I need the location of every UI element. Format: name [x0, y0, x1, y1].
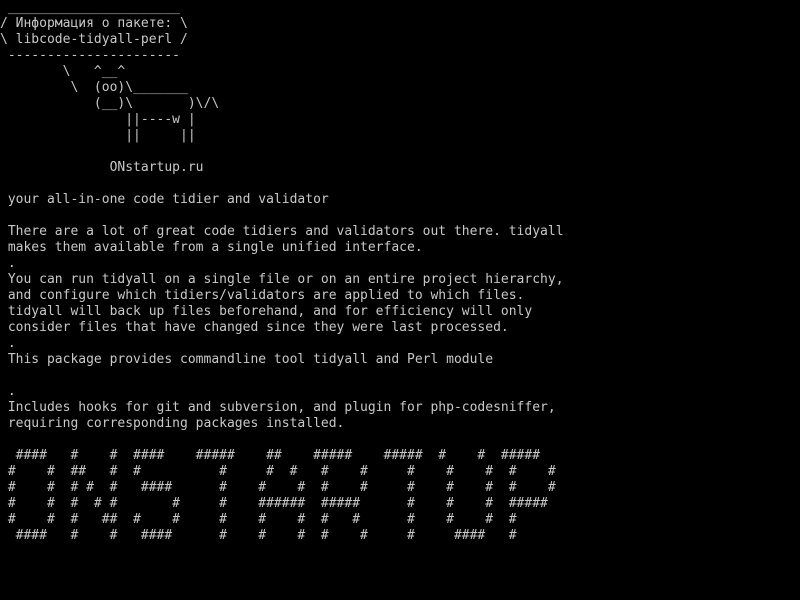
terminal-line: You can run tidyall on a single file or … — [0, 272, 564, 287]
terminal-line: This package provides commandline tool t… — [0, 352, 494, 367]
terminal-line: \ ^__^ — [0, 64, 126, 79]
terminal-line: \ libcode-tidyall-perl / — [0, 32, 188, 47]
terminal-line: || || — [0, 128, 196, 143]
terminal-line: #### # # #### ##### ## ##### ##### # # #… — [0, 448, 541, 463]
terminal-line: ---------------------- — [0, 48, 181, 63]
terminal-line: (__)\ )\/\ — [0, 96, 220, 111]
terminal-line: tidyall will back up files beforehand, a… — [0, 304, 533, 319]
terminal-line: # # # # # #### # # # # # # # # # # — [0, 480, 556, 495]
terminal-line: . — [0, 384, 16, 399]
terminal-line: #### # # #### # # # # # # #### # — [0, 528, 517, 543]
terminal-line: makes them available from a single unifi… — [0, 240, 423, 255]
terminal-line: requiring corresponding packages install… — [0, 416, 345, 431]
terminal-line: Includes hooks for git and subversion, a… — [0, 400, 556, 415]
terminal-line: # # # ## # # # # # # # # # # # — [0, 512, 517, 527]
terminal-line: your all-in-one code tidier and validato… — [0, 192, 329, 207]
terminal-line: consider files that have changed since t… — [0, 320, 509, 335]
terminal-line: and configure which tidiers/validators a… — [0, 288, 525, 303]
terminal-line: / Информация о пакете: \ — [0, 16, 188, 31]
terminal-screen: ______________________ / Информация о пак… — [0, 0, 800, 600]
terminal-line: ONstartup.ru — [0, 160, 204, 175]
terminal-line: . — [0, 336, 16, 351]
terminal-line: ______________________ — [0, 0, 181, 15]
terminal-line: ||----w | — [0, 112, 196, 127]
terminal-line: There are a lot of great code tidiers an… — [0, 224, 564, 239]
terminal-line: . — [0, 256, 16, 271]
terminal-line: # # # # # # # ###### ##### # # # ##### — [0, 496, 548, 511]
terminal-line: # # ## # # # # # # # # # # # # — [0, 464, 556, 479]
terminal-line: \ (oo)\_______ — [0, 80, 188, 95]
